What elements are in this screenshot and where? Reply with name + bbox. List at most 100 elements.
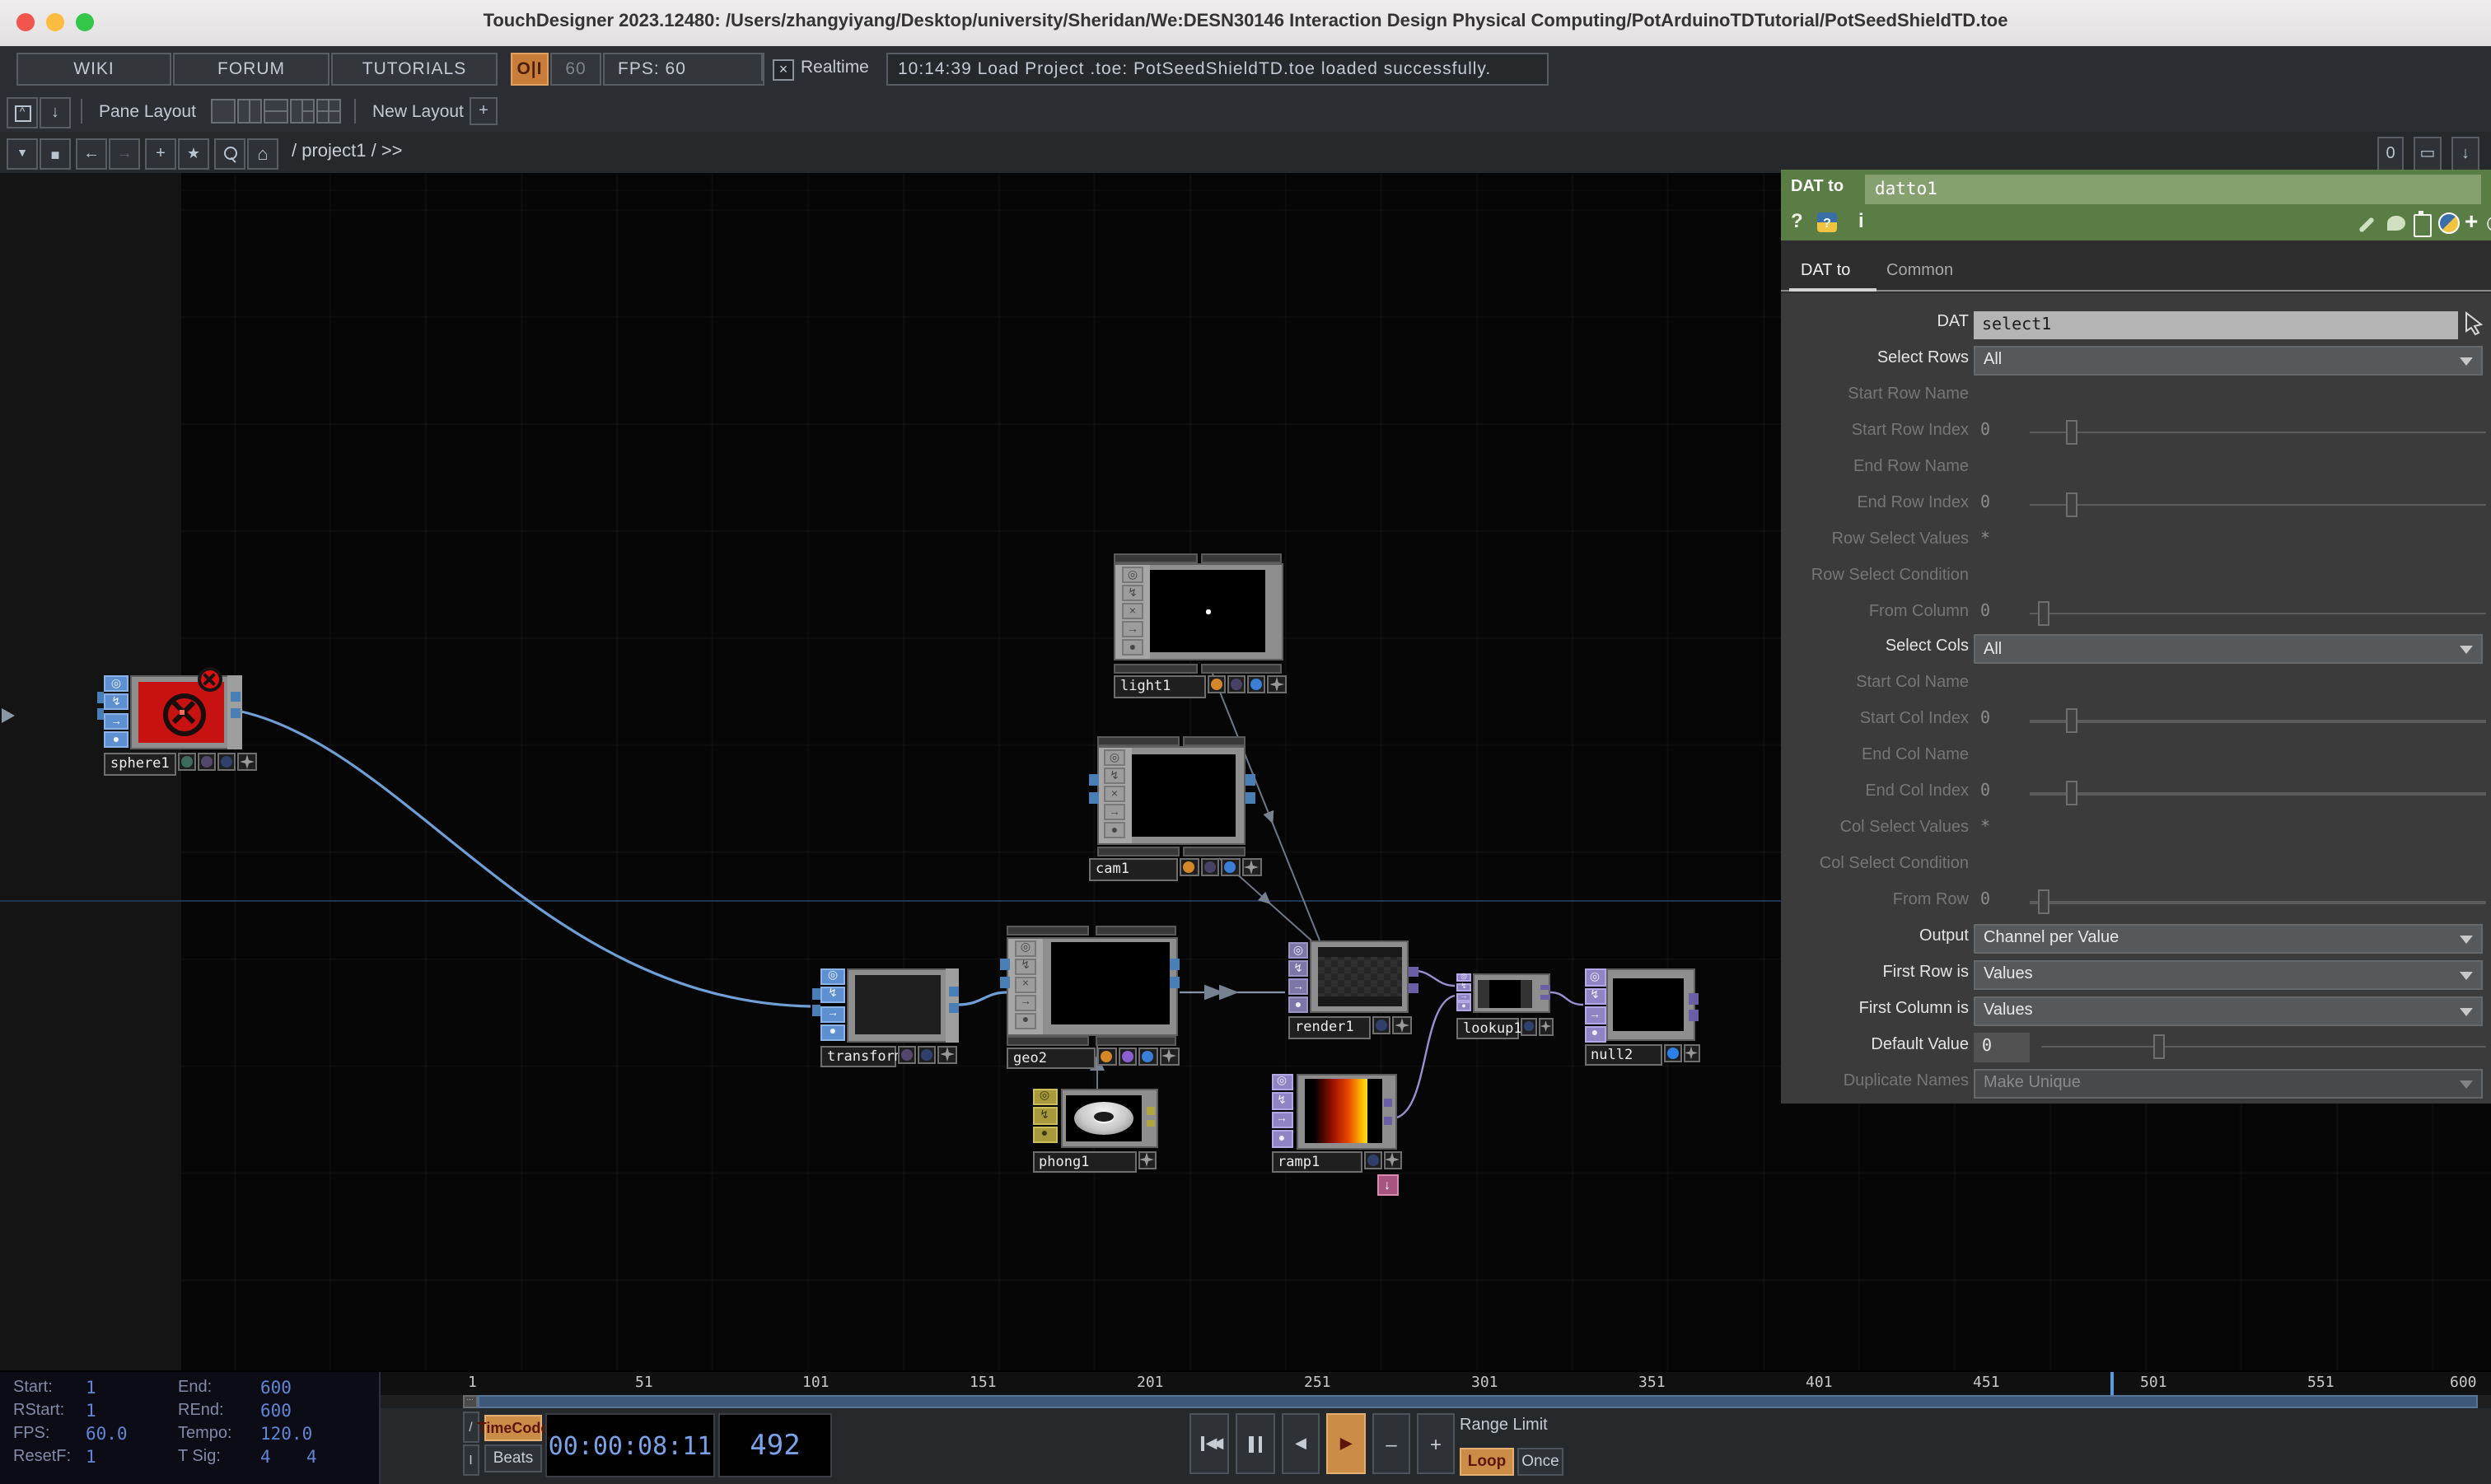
node-flags[interactable]: ◎ ↯ → ●: [1271, 1073, 1292, 1147]
output-connector[interactable]: [949, 986, 959, 996]
param-slider-track[interactable]: [2030, 432, 2486, 434]
param-slider-track[interactable]: [2041, 1046, 2486, 1048]
error-badge-icon[interactable]: [198, 667, 222, 692]
comment-flag-badge[interactable]: ↓: [1376, 1174, 1398, 1195]
output-connector[interactable]: [1146, 1119, 1155, 1127]
layout-quad-button[interactable]: [316, 99, 341, 124]
tempo-value[interactable]: 120.0: [260, 1424, 312, 1444]
input-connector[interactable]: [1089, 774, 1099, 786]
add-parameter-icon[interactable]: +: [2465, 208, 2478, 234]
tab-dat-to[interactable]: DAT to: [1801, 262, 1850, 280]
output-connector[interactable]: [1383, 1116, 1392, 1124]
input-connector[interactable]: [999, 958, 1009, 969]
node-render1[interactable]: ◎↯ →● render1: [1288, 940, 1418, 1038]
pause-button[interactable]: [1236, 1413, 1275, 1474]
param-value[interactable]: *: [1980, 530, 1990, 548]
op-name-field[interactable]: datto1: [1865, 175, 2481, 204]
layout-split-horizontal-button[interactable]: [264, 99, 288, 124]
comp-output-tab[interactable]: [1201, 664, 1282, 674]
node-flags[interactable]: ◎ ↯ → ●: [1456, 973, 1471, 1010]
tutorials-button[interactable]: TUTORIALS: [331, 52, 498, 85]
param-slider-handle[interactable]: [2039, 889, 2050, 914]
start-value[interactable]: 1: [86, 1378, 96, 1398]
param-ref-field[interactable]: select1: [1974, 310, 2458, 338]
io-indicator-button[interactable]: O|I: [511, 52, 549, 85]
output-connector[interactable]: [949, 1002, 959, 1012]
node-null2[interactable]: ◎ ↯ → ● null2: [1584, 968, 1698, 1062]
fps-field[interactable]: FPS: 60: [603, 52, 764, 85]
add-operator-icon[interactable]: +: [145, 138, 176, 170]
fraction-toggle-button[interactable]: /: [463, 1412, 479, 1443]
param-slider-handle[interactable]: [2065, 709, 2077, 734]
play-button[interactable]: ▶: [1326, 1413, 1366, 1474]
tab-common[interactable]: Common: [1886, 262, 1953, 280]
param-value-field[interactable]: 0: [1974, 1033, 2030, 1062]
node-flags[interactable]: ◎↯ ×→●: [1104, 749, 1125, 838]
comment-bubble-icon[interactable]: [2387, 216, 2405, 231]
node-flags[interactable]: ◎ ↯ → ●: [1584, 968, 1605, 1043]
bookmark-pane-icon[interactable]: ^: [7, 97, 38, 128]
timecode-display[interactable]: 00:00:08:11: [545, 1413, 715, 1477]
comp-input-tab[interactable]: [1201, 553, 1282, 563]
comp-output-tab[interactable]: [1114, 664, 1198, 674]
output-connector[interactable]: [1170, 976, 1180, 987]
comp-output-tab[interactable]: [1097, 847, 1180, 856]
node-cam1[interactable]: ◎↯ ×→● cam1: [1089, 736, 1257, 876]
loop-button[interactable]: Loop: [1460, 1448, 1514, 1476]
param-slider-handle[interactable]: [2154, 1034, 2166, 1059]
node-phong1[interactable]: ◎↯● phong1: [1032, 1088, 1157, 1169]
output-connector[interactable]: [1170, 958, 1180, 969]
node-flags[interactable]: ◎↯ →●: [820, 968, 845, 1040]
decrement-frame-button[interactable]: –: [1372, 1413, 1410, 1474]
param-slider-handle[interactable]: [2039, 600, 2050, 625]
node-ramp1[interactable]: ◎ ↯ → ● ramp1 ↓: [1271, 1073, 1400, 1169]
python-help-icon[interactable]: ?: [1817, 212, 1837, 232]
comp-output-tab[interactable]: [1007, 1035, 1089, 1045]
node-flags[interactable]: ◎↯ →●: [104, 675, 129, 748]
range-handle[interactable]: ...: [463, 1394, 477, 1407]
forward-arrow-icon[interactable]: →: [109, 138, 140, 170]
output-connector[interactable]: [1689, 993, 1698, 1004]
edit-pencil-icon[interactable]: [2358, 217, 2375, 233]
frame-display[interactable]: 492: [718, 1413, 832, 1477]
range-bar[interactable]: [477, 1394, 2477, 1407]
realtime-checkbox[interactable]: ×: [773, 58, 794, 80]
param-value[interactable]: 0: [1980, 602, 1990, 620]
jump-to-start-button[interactable]: ◀◀: [1189, 1413, 1229, 1474]
param-slider-track[interactable]: [2030, 612, 2486, 614]
comp-output-tab[interactable]: [1183, 847, 1246, 856]
node-flags[interactable]: ◎↯ ×→●: [1122, 567, 1143, 656]
param-dropdown[interactable]: All: [1974, 346, 2483, 376]
param-slider-handle[interactable]: [2065, 781, 2077, 805]
once-button[interactable]: Once: [1517, 1448, 1563, 1476]
param-value[interactable]: 0: [1980, 891, 1990, 909]
param-value[interactable]: 0: [1980, 782, 1990, 800]
comp-output-tab[interactable]: [1096, 1035, 1176, 1045]
param-slider-handle[interactable]: [2065, 420, 2077, 445]
output-connector[interactable]: [231, 692, 241, 702]
layout-single-button[interactable]: [211, 99, 236, 124]
rend-value[interactable]: 600: [260, 1401, 292, 1421]
step-back-button[interactable]: ◀: [1282, 1413, 1320, 1474]
node-transform1[interactable]: ◎↯ →● transform1: [812, 968, 959, 1063]
target-icon[interactable]: ◎: [2486, 211, 2491, 234]
search-icon[interactable]: [214, 138, 245, 170]
comp-input-tab[interactable]: [1097, 736, 1180, 746]
output-connector[interactable]: [1409, 966, 1418, 976]
output-connector[interactable]: [1409, 982, 1418, 992]
node-geo2[interactable]: ◎↯ ×→● geo2: [998, 925, 1180, 1065]
param-dropdown[interactable]: Values: [1974, 996, 2483, 1026]
param-dropdown[interactable]: Make Unique: [1974, 1068, 2483, 1098]
comp-input-tab[interactable]: [1183, 736, 1246, 746]
new-layout-add-button[interactable]: +: [470, 97, 498, 125]
beats-mode-button[interactable]: Beats: [484, 1444, 542, 1472]
input-connector[interactable]: [812, 1004, 820, 1015]
param-value[interactable]: 0: [1980, 493, 1990, 511]
output-connector[interactable]: [1540, 995, 1550, 999]
copy-parameters-icon[interactable]: [2414, 214, 2432, 237]
param-dropdown[interactable]: Values: [1974, 960, 2483, 990]
param-pick-arrow-icon[interactable]: [2463, 311, 2484, 336]
node-flags[interactable]: ◎↯ ×→●: [1015, 940, 1036, 1029]
output-connector[interactable]: [1246, 792, 1255, 804]
param-slider-track[interactable]: [2030, 721, 2486, 723]
